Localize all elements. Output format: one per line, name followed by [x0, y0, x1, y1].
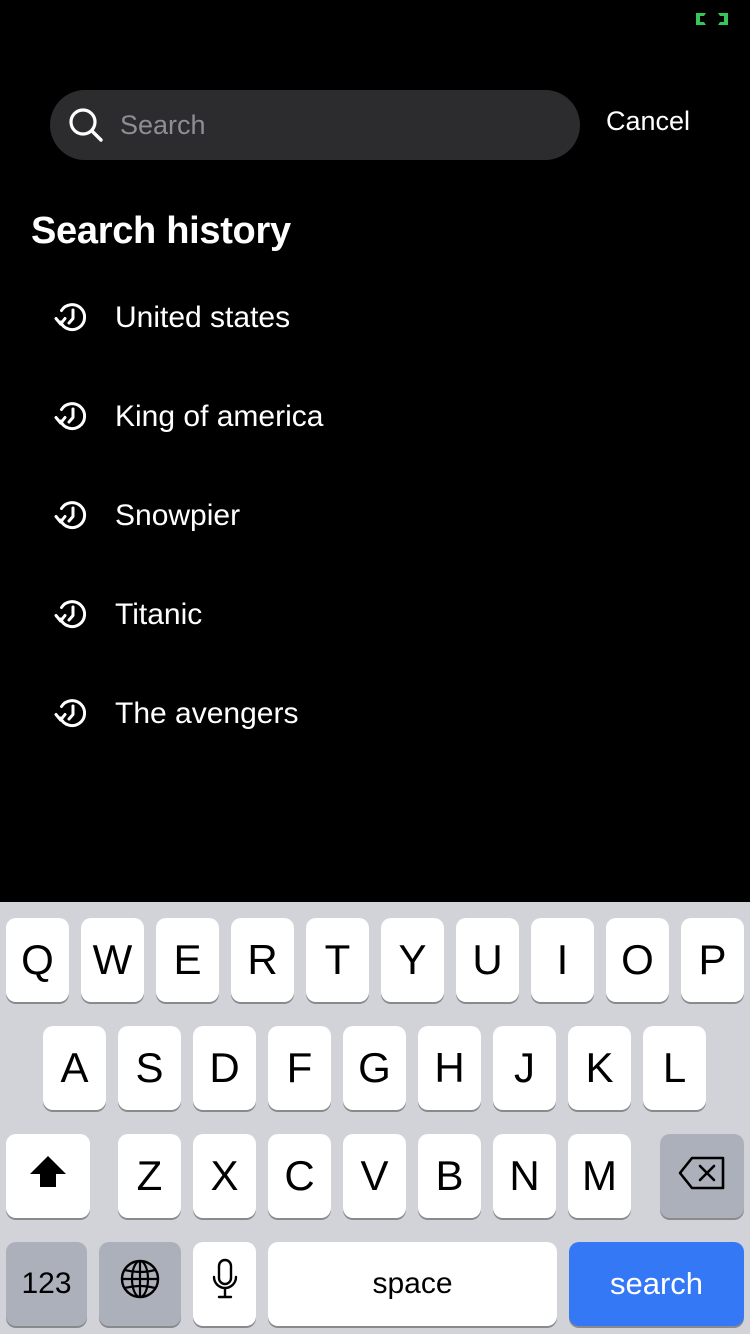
history-icon [52, 496, 92, 536]
globe-icon [119, 1258, 161, 1310]
history-item-label: United states [115, 300, 291, 334]
key-i[interactable]: I [531, 918, 594, 1002]
history-item[interactable]: Titanic [0, 565, 750, 664]
key-e[interactable]: E [156, 918, 219, 1002]
key-a[interactable]: A [43, 1026, 106, 1110]
cancel-button[interactable]: Cancel [606, 106, 690, 137]
key-t[interactable]: T [306, 918, 369, 1002]
delete-key[interactable] [660, 1134, 744, 1218]
history-item[interactable]: United states [0, 268, 750, 367]
key-b[interactable]: B [418, 1134, 481, 1218]
globe-key[interactable] [99, 1242, 181, 1326]
history-item[interactable]: Snowpier [0, 466, 750, 565]
search-key[interactable]: search [569, 1242, 744, 1326]
key-o[interactable]: O [606, 918, 669, 1002]
search-icon [68, 107, 104, 143]
search-history-title: Search history [31, 210, 291, 252]
history-icon [52, 694, 92, 734]
key-y[interactable]: Y [381, 918, 444, 1002]
shift-key[interactable] [6, 1134, 90, 1218]
microphone-icon [211, 1258, 239, 1310]
history-item[interactable]: The avengers [0, 664, 750, 763]
search-bar[interactable] [50, 90, 580, 160]
history-icon [52, 595, 92, 635]
key-l[interactable]: L [643, 1026, 706, 1110]
key-w[interactable]: W [81, 918, 144, 1002]
history-item-label: Titanic [115, 597, 203, 631]
key-z[interactable]: Z [118, 1134, 181, 1218]
shift-icon [28, 1152, 68, 1200]
key-g[interactable]: G [343, 1026, 406, 1110]
history-item-label: King of america [115, 399, 324, 433]
key-c[interactable]: C [268, 1134, 331, 1218]
key-d[interactable]: D [193, 1026, 256, 1110]
history-item-label: The avengers [115, 696, 299, 730]
history-item[interactable]: King of america [0, 367, 750, 466]
backspace-icon [678, 1152, 726, 1200]
key-s[interactable]: S [118, 1026, 181, 1110]
key-k[interactable]: K [568, 1026, 631, 1110]
key-p[interactable]: P [681, 918, 744, 1002]
key-x[interactable]: X [193, 1134, 256, 1218]
history-icon [52, 298, 92, 338]
microphone-key[interactable] [193, 1242, 256, 1326]
key-q[interactable]: Q [6, 918, 69, 1002]
keyboard: Q W E R T Y U I O P A S D F G H J K L Z … [0, 902, 750, 1334]
search-history-list: United states King of america Snowpier T… [0, 268, 750, 763]
numbers-key[interactable]: 123 [6, 1242, 87, 1326]
battery-charging-icon [694, 12, 730, 26]
key-h[interactable]: H [418, 1026, 481, 1110]
search-input[interactable] [120, 95, 550, 155]
key-j[interactable]: J [493, 1026, 556, 1110]
history-item-label: Snowpier [115, 498, 241, 532]
key-r[interactable]: R [231, 918, 294, 1002]
key-n[interactable]: N [493, 1134, 556, 1218]
key-u[interactable]: U [456, 918, 519, 1002]
key-f[interactable]: F [268, 1026, 331, 1110]
space-key[interactable]: space [268, 1242, 557, 1326]
key-v[interactable]: V [343, 1134, 406, 1218]
history-icon [52, 397, 92, 437]
key-m[interactable]: M [568, 1134, 631, 1218]
